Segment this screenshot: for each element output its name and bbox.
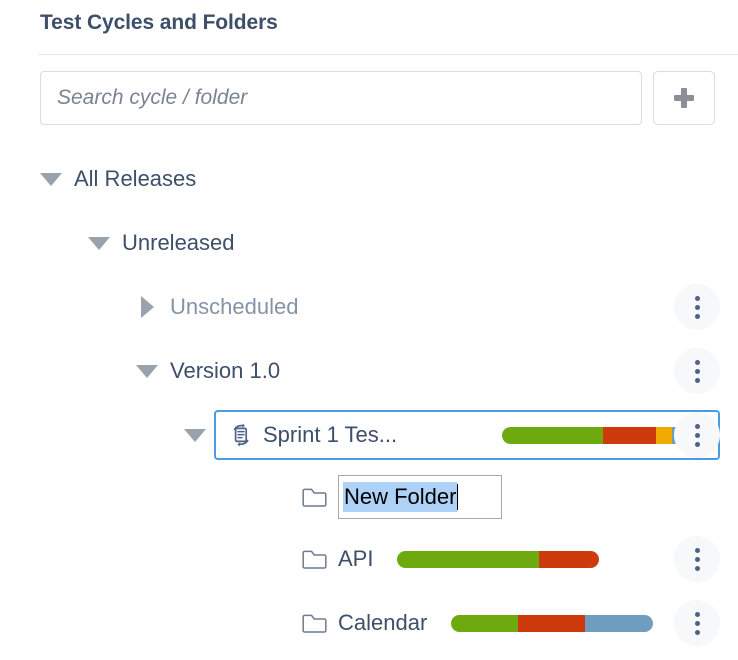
twisty-spacer	[268, 548, 290, 570]
progress-segment-pass	[451, 614, 518, 632]
progress-segment-fail	[517, 614, 585, 632]
row-menu-button-version-1-0[interactable]	[674, 348, 720, 394]
chevron-right-icon[interactable]	[136, 296, 158, 318]
kebab-dot	[694, 423, 700, 429]
folder-icon	[302, 486, 328, 508]
node-content[interactable]: Calendar	[302, 610, 654, 636]
kebab-dot	[694, 295, 700, 301]
tree-row-label: Unreleased	[122, 230, 235, 255]
tree-row-label: All Releases	[74, 166, 197, 191]
kebab-dot	[694, 629, 700, 635]
kebab-dot	[694, 565, 700, 571]
row-menu-button-unscheduled[interactable]	[674, 284, 720, 330]
chevron-down-icon[interactable]	[88, 232, 110, 254]
tree-row-all-releases[interactable]: All Releases	[0, 147, 738, 211]
kebab-dot	[694, 620, 700, 626]
search-row	[0, 55, 738, 125]
node-content[interactable]: API	[302, 546, 600, 572]
folder-name-input-value: New Folder	[343, 482, 458, 512]
progress-segment-wip	[655, 426, 672, 444]
kebab-dot	[694, 368, 700, 374]
kebab-dot	[694, 441, 700, 447]
row-menu-button-sprint-1-test-cycle[interactable]	[674, 412, 720, 458]
folder-name-input[interactable]: New Folder	[338, 475, 502, 519]
folder-icon	[302, 612, 328, 634]
row-menu-button-api[interactable]	[674, 536, 720, 582]
kebab-dot	[694, 313, 700, 319]
tree-row-api[interactable]: API	[0, 527, 738, 591]
kebab-dot	[694, 547, 700, 553]
tree-row-label: Unscheduled	[170, 294, 299, 319]
tree-row-label: API	[338, 546, 374, 571]
plus-icon	[674, 88, 694, 108]
folder-icon	[302, 548, 328, 570]
tree-row-version-1-0[interactable]: Version 1.0	[0, 339, 738, 403]
tree-row-sprint-1-test-cycle[interactable]: Sprint 1 Tes...	[0, 403, 738, 467]
progress-segment-fail	[538, 550, 600, 568]
chevron-down-icon[interactable]	[184, 424, 206, 446]
add-cycle-button[interactable]	[653, 71, 715, 125]
node-content[interactable]: Unreleased	[122, 230, 235, 256]
tree-row-label: Version 1.0	[170, 358, 281, 383]
search-input[interactable]	[40, 71, 642, 125]
chevron-down-icon[interactable]	[40, 168, 62, 190]
kebab-dot	[694, 432, 700, 438]
tree-row-unreleased[interactable]: Unreleased	[0, 211, 738, 275]
progress-segment-fail	[603, 426, 656, 444]
tree-row-new-folder[interactable]: New Folder	[0, 467, 738, 527]
tree-row-calendar[interactable]: Calendar	[0, 591, 738, 655]
progress-segment-unexecuted	[584, 614, 654, 632]
progress-segment-pass	[397, 550, 539, 568]
node-content[interactable]: Unscheduled	[170, 294, 298, 320]
kebab-dot	[694, 359, 700, 365]
twisty-spacer	[268, 612, 290, 634]
kebab-dot	[694, 556, 700, 562]
node-content[interactable]: Version 1.0	[170, 358, 280, 384]
test-cycles-panel: Test Cycles and Folders All Releases Unre…	[0, 0, 738, 660]
node-content[interactable]: New Folder	[302, 475, 502, 519]
cycle-folder-tree: All Releases Unreleased Unscheduled Version…	[0, 147, 738, 655]
page-title: Test Cycles and Folders	[40, 11, 278, 34]
node-content[interactable]: All Releases	[74, 166, 196, 192]
kebab-dot	[694, 304, 700, 310]
panel-header: Test Cycles and Folders	[0, 0, 738, 46]
kebab-dot	[694, 611, 700, 617]
tree-row-label: Sprint 1 Tes...	[263, 422, 398, 447]
tree-row-unscheduled[interactable]: Unscheduled	[0, 275, 738, 339]
twisty-spacer	[268, 486, 290, 508]
text-caret	[457, 484, 459, 510]
progress-segment-pass	[502, 426, 603, 444]
cycle-icon	[228, 422, 254, 448]
selected-node-content[interactable]: Sprint 1 Tes...	[214, 410, 720, 460]
progress-bar-calendar	[451, 614, 654, 632]
kebab-dot	[694, 377, 700, 383]
row-menu-button-calendar[interactable]	[674, 600, 720, 646]
tree-row-label: Calendar	[338, 610, 428, 635]
progress-bar-api	[397, 550, 600, 568]
chevron-down-icon[interactable]	[136, 360, 158, 382]
